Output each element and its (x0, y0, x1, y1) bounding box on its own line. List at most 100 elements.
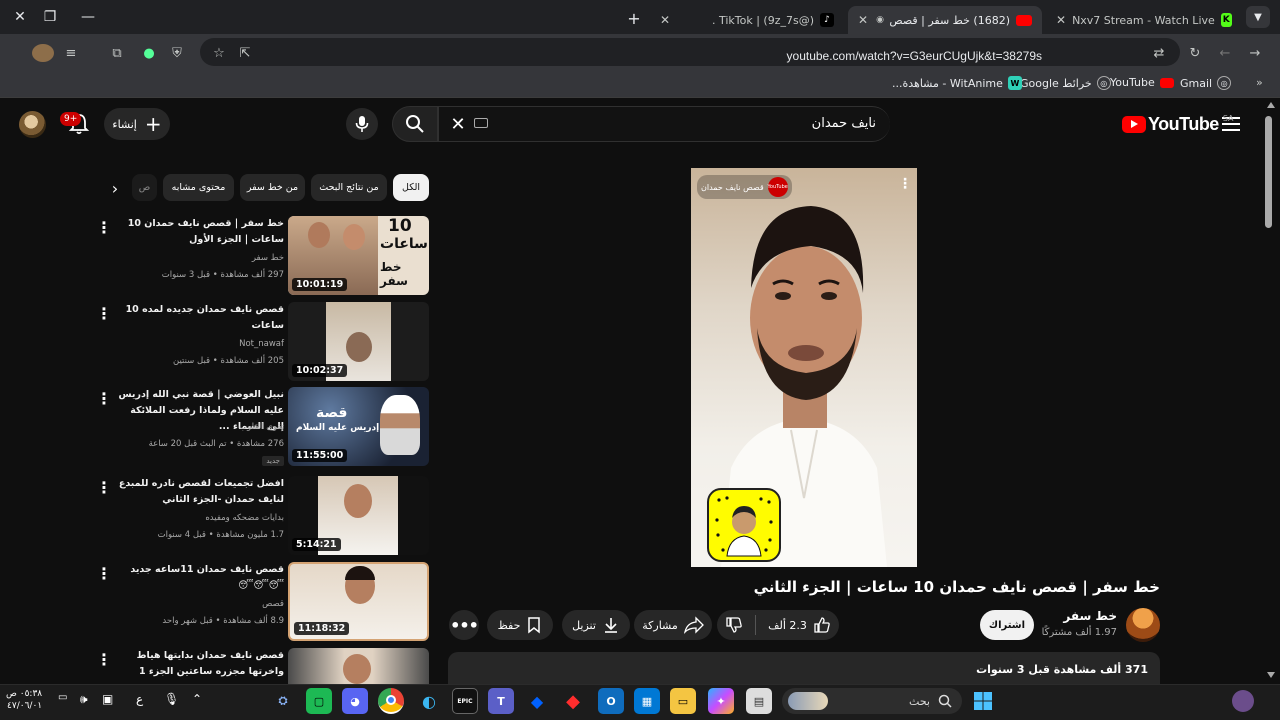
recommendation-item[interactable]: قصص نايف حمدان بدايتها هياط واخرتها مجزر… (92, 648, 430, 684)
recommendation-item[interactable]: 10:02:37 قصص نايف حمدان جديده لمده 10 سا… (92, 302, 430, 384)
dislike-button[interactable] (725, 616, 743, 634)
network-icon[interactable]: ▣ (102, 692, 113, 706)
video-title[interactable]: قصص نايف حمدان جديده لمده 10 ساعات (112, 302, 284, 334)
chip-search-results[interactable]: من نتائج البحث (311, 174, 387, 201)
video-thumbnail[interactable]: 10 ساعات خط سفر 10:01:19 (288, 216, 429, 295)
channel-name[interactable]: تقوى القلوب (239, 422, 284, 432)
volume-icon[interactable]: 🕪 (80, 692, 88, 707)
shield-icon[interactable]: ⛨ (166, 44, 188, 62)
user-widget-icon[interactable] (1232, 690, 1254, 712)
video-title[interactable]: قصص نايف حمدان بدايتها هياط واخرتها مجزر… (112, 648, 284, 680)
create-button[interactable]: + إنشاء (104, 108, 170, 140)
new-tab-button[interactable]: + (620, 6, 648, 30)
chip-from-channel[interactable]: من خط سفر (240, 174, 305, 201)
channel-name[interactable]: بدايات مضحكه ومفيده (205, 513, 284, 523)
back-icon[interactable]: ← (1214, 44, 1236, 62)
search-button[interactable] (392, 106, 438, 142)
bookmark-witanime[interactable]: W WitAnime - مشاهدة... (892, 76, 1022, 90)
taskbar-search[interactable]: بحث (782, 688, 962, 714)
teams-icon[interactable]: T (488, 688, 514, 714)
scroll-down-icon[interactable] (1267, 672, 1275, 678)
close-tab-icon[interactable]: ✕ (858, 13, 868, 27)
channel-name[interactable]: قصص (262, 599, 284, 609)
windows-start-icon[interactable] (970, 688, 996, 714)
close-tab-icon[interactable]: ✕ (660, 13, 670, 27)
scroll-thumb[interactable] (1265, 116, 1272, 228)
chrome-icon[interactable] (378, 688, 404, 714)
recommendation-item[interactable]: 10 ساعات خط سفر 10:01:19 خط سفر | قصص نا… (92, 216, 430, 298)
more-vertical-icon[interactable]: ⋮ (96, 650, 112, 669)
extension-icon[interactable]: ● (138, 44, 160, 62)
tab-search-button[interactable]: ▼ (1246, 6, 1270, 28)
address-bar[interactable]: youtube.com/watch?v=G3eurCUgUjk&t=38279s (200, 38, 1180, 66)
file-explorer-icon[interactable]: ▭ (670, 688, 696, 714)
outlook-icon[interactable]: O (598, 688, 624, 714)
steam-icon[interactable]: ⛭ (270, 688, 296, 714)
bookmark-youtube[interactable]: YouTube (1110, 76, 1174, 89)
more-vertical-icon[interactable]: ⋮ (96, 564, 112, 583)
tab-tiktok[interactable]: ♪ TikTok | (9z_7s@) . ✕ (650, 6, 844, 34)
save-button[interactable]: حفظ (487, 610, 553, 640)
chip-related[interactable]: محتوى مشابه (163, 174, 234, 201)
share-button[interactable]: مشاركة (634, 610, 712, 640)
video-thumbnail[interactable]: 10:02:37 (288, 302, 429, 381)
video-thumbnail[interactable]: 11:18:32 (288, 562, 429, 641)
channel-name[interactable]: خط سفر (252, 253, 284, 263)
channel-name[interactable]: Not_nawaf (239, 339, 284, 349)
bookmark-gmail[interactable]: ◎ Gmail (1180, 76, 1232, 90)
reload-icon[interactable]: ↻ (1184, 44, 1206, 62)
minimize-window-button[interactable]: — (68, 0, 108, 34)
profile-avatar-icon[interactable] (32, 44, 54, 62)
recommendation-item[interactable]: 11:18:32 قصص نايف حمدان 11ساعه جديد 😴😴😴 … (92, 562, 430, 644)
app-red-icon[interactable]: ◆ (560, 688, 586, 714)
app-icon[interactable]: ▢ (306, 688, 332, 714)
subscribe-button[interactable]: اشتراك (980, 610, 1034, 640)
app-window-icon[interactable]: ▤ (746, 688, 772, 714)
player-more-icon[interactable]: ⋮ (898, 176, 912, 192)
scroll-up-icon[interactable] (1267, 102, 1275, 108)
discord-icon[interactable]: ◕ (342, 688, 368, 714)
keyboard-icon[interactable] (474, 118, 488, 128)
more-vertical-icon[interactable]: ⋮ (96, 304, 112, 323)
tab-kick[interactable]: K Nxv7 Stream - Watch Live on Ki ✕ (1046, 6, 1242, 34)
recommendation-item[interactable]: قصة إدريس عليه السلام 11:55:00 نبيل العو… (92, 387, 430, 469)
chip-partial[interactable]: ص (132, 174, 157, 201)
more-actions-button[interactable]: ••• (449, 610, 479, 640)
channel-name[interactable]: خط سفر (1063, 609, 1117, 623)
more-vertical-icon[interactable]: ⋮ (96, 389, 112, 408)
voice-search-button[interactable] (346, 108, 378, 140)
dropbox-icon[interactable]: ◆ (524, 688, 550, 714)
more-vertical-icon[interactable]: ⋮ (96, 478, 112, 497)
account-avatar[interactable] (19, 111, 46, 138)
forward-icon[interactable]: → (1244, 44, 1266, 62)
bookmark-maps[interactable]: ◎ خرائط Google (1020, 76, 1111, 90)
video-title[interactable]: قصص نايف حمدان 11ساعه جديد 😴😴😴 (112, 562, 284, 594)
bookmarks-overflow-icon[interactable]: » (1256, 76, 1263, 89)
video-thumbnail[interactable]: 5:14:21 (288, 476, 429, 555)
chip-all[interactable]: الكل (393, 174, 429, 201)
tab-youtube[interactable]: (1682) خط سفر | قصص نايف... ◉ ✕ (848, 6, 1042, 34)
language-indicator[interactable]: ع (136, 692, 143, 706)
extensions-icon[interactable]: ⧉ (106, 44, 128, 62)
video-title[interactable]: افضل تجميعات لقصص نادره للمبدع لنايف حمد… (112, 476, 284, 508)
taskbar-clock[interactable]: ٠٥:٣٨ ص ٤٧/٠٦/٠١ (6, 688, 42, 712)
close-tab-icon[interactable]: ✕ (1056, 13, 1066, 27)
like-button[interactable]: 2.3 ألف (768, 616, 831, 634)
copilot-icon[interactable]: ✦ (708, 688, 734, 714)
chevron-right-icon[interactable]: › (104, 176, 126, 200)
clear-search-icon[interactable]: ✕ (448, 114, 468, 135)
microphone-icon[interactable]: 🎙 (164, 692, 179, 706)
site-settings-icon[interactable]: ⇄ (1148, 44, 1170, 62)
video-title[interactable]: خط سفر | قصص نايف حمدان 10 ساعات | الجزء… (112, 216, 284, 248)
bookmark-star-icon[interactable]: ☆ (208, 44, 230, 62)
channel-avatar[interactable] (1126, 608, 1160, 642)
download-button[interactable]: تنزيل (562, 610, 630, 640)
restore-window-button[interactable]: ❐ (30, 0, 70, 34)
video-thumbnail[interactable]: قصة إدريس عليه السلام 11:55:00 (288, 387, 429, 466)
url-text[interactable]: youtube.com/watch?v=G3eurCUgUjk&t=38279s (787, 49, 1042, 63)
video-thumbnail[interactable] (288, 648, 429, 684)
search-input[interactable]: نايف حمدان (438, 106, 890, 142)
store-icon[interactable]: ▦ (634, 688, 660, 714)
install-app-icon[interactable]: ⇱ (234, 44, 256, 62)
youtube-logo[interactable]: YouTube SA (1122, 114, 1234, 135)
